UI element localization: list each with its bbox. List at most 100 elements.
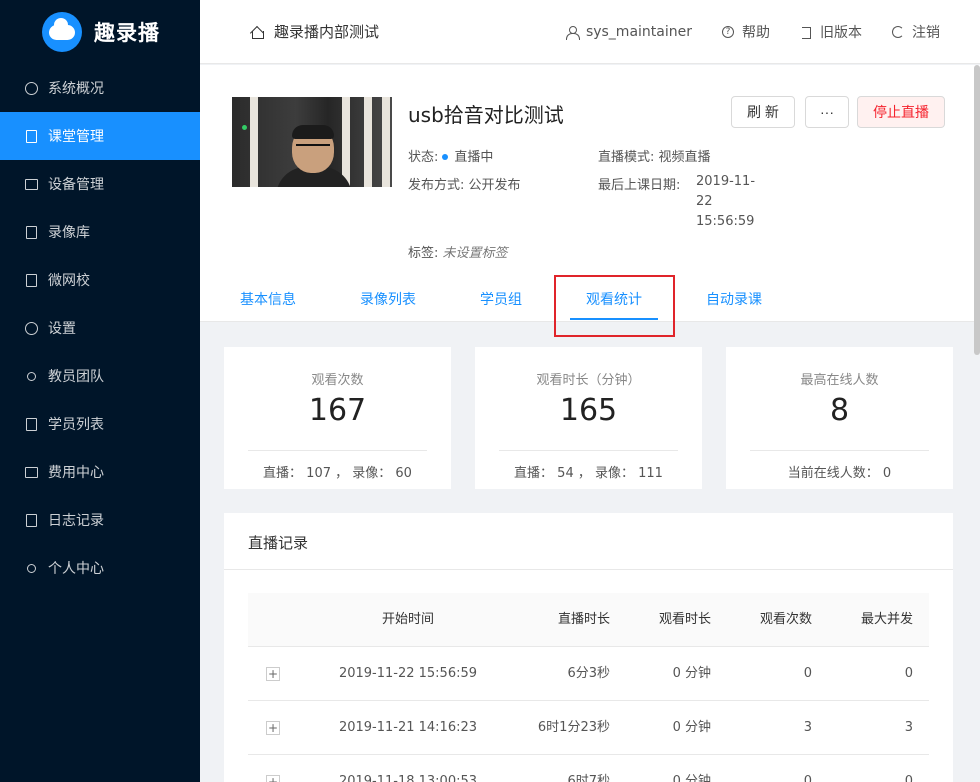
tab-basic-info[interactable]: 基本信息 — [240, 289, 296, 309]
tab-auto-record[interactable]: 自动录课 — [706, 289, 762, 309]
gear-icon — [24, 321, 38, 335]
device-icon — [24, 177, 38, 191]
logout-link[interactable]: 注销 — [892, 22, 940, 42]
cell-watch-duration: 0 分钟 — [672, 720, 711, 735]
stat-label: 观看次数 — [311, 373, 364, 388]
cell-max-concurrent: 0 — [904, 774, 913, 782]
expand-icon[interactable]: + — [266, 721, 280, 735]
old-version-icon — [800, 26, 812, 39]
sidebar-menu: 系统概况 课堂管理 设备管理 录像库 微网校 设置 教员团队 学员列表 费用中心… — [0, 64, 200, 592]
sidebar-item-devices[interactable]: 设备管理 — [0, 160, 200, 208]
cell-watch-duration: 0 分钟 — [672, 666, 711, 681]
highlight-box — [554, 275, 675, 337]
username: sys_maintainer — [585, 23, 692, 40]
sidebar-item-label: 设置 — [48, 321, 76, 337]
sidebar-item-label: 录像库 — [48, 225, 90, 241]
table-row[interactable]: + 2019-11-21 14:16:23 6时1分23秒 0 分钟 3 3 — [248, 701, 929, 755]
sidebar-item-overview[interactable]: 系统概况 — [0, 64, 200, 112]
status-label: 状态: — [408, 150, 439, 165]
sidebar-item-students[interactable]: 学员列表 — [0, 400, 200, 448]
stop-live-button[interactable]: 停止直播 — [857, 96, 945, 128]
cell-max-concurrent: 0 — [904, 666, 913, 681]
expand-icon[interactable]: + — [266, 775, 280, 782]
scrollbar[interactable] — [974, 65, 980, 355]
sidebar-item-label: 学员列表 — [48, 417, 104, 433]
tab-student-groups[interactable]: 学员组 — [480, 289, 522, 309]
status-field: 状态: 直播中 — [408, 146, 493, 165]
records-title: 直播记录 — [248, 534, 309, 552]
classroom-info-panel: usb拾音对比测试 刷 新 ··· 停止直播 状态: 直播中 直播模式: 视频直播… — [200, 65, 980, 337]
sidebar-item-logs[interactable]: 日志记录 — [0, 496, 200, 544]
stat-value: 8 — [829, 393, 850, 428]
cell-start-time: 2019-11-22 15:56:59 — [338, 666, 478, 681]
last-date-label: 最后上课日期: — [598, 178, 681, 193]
table-row[interactable]: + 2019-11-18 13:00:53 6时7秒 0 分钟 0 0 — [248, 755, 929, 782]
sidebar-item-profile[interactable]: 个人中心 — [0, 544, 200, 592]
status-dot-icon — [442, 153, 449, 160]
mode-field: 直播模式: 视频直播 — [598, 146, 711, 165]
logo[interactable]: 趣录播 — [0, 0, 200, 64]
book-icon — [24, 129, 38, 143]
mode-value: 视频直播 — [658, 150, 711, 165]
stat-card-peak-online: 最高在线人数 8 当前在线人数： 0 — [726, 347, 953, 489]
top-header: 趣录播内部测试 sys_maintainer ? 帮助 旧版本 注销 — [200, 0, 980, 64]
table-row[interactable]: + 2019-11-22 15:56:59 6分3秒 0 分钟 0 0 — [248, 647, 929, 701]
breadcrumb-org[interactable]: 趣录播内部测试 — [274, 21, 379, 42]
stat-card-views: 观看次数 167 直播： 107 ， 录像： 60 — [224, 347, 451, 489]
mode-label: 直播模式: — [598, 150, 655, 165]
col-view-count[interactable]: 观看次数 — [718, 593, 812, 647]
user-icon — [24, 561, 38, 575]
col-max-concurrent[interactable]: 最大并发 — [818, 593, 913, 647]
stat-card-duration: 观看时长（分钟） 165 直播： 54 ， 录像： 111 — [475, 347, 702, 489]
cloud-logo-icon — [42, 12, 82, 52]
col-watch-duration[interactable]: 观看时长 — [618, 593, 711, 647]
refresh-button[interactable]: 刷 新 — [731, 96, 795, 128]
sidebar-item-label: 设备管理 — [48, 177, 104, 193]
school-icon — [24, 273, 38, 287]
sidebar-item-school[interactable]: 微网校 — [0, 256, 200, 304]
live-video-thumbnail[interactable] — [232, 97, 392, 187]
publish-field: 发布方式: 公开发布 — [408, 174, 521, 193]
tag-label: 标签: — [408, 246, 439, 261]
cell-view-count: 3 — [803, 720, 812, 735]
old-version-link[interactable]: 旧版本 — [800, 22, 862, 42]
sidebar-item-video-library[interactable]: 录像库 — [0, 208, 200, 256]
home-icon[interactable] — [250, 25, 264, 39]
tab-recordings[interactable]: 录像列表 — [360, 289, 416, 309]
user-menu[interactable]: sys_maintainer — [565, 23, 692, 40]
expand-icon[interactable]: + — [266, 667, 280, 681]
cell-view-count: 0 — [803, 666, 812, 681]
col-start-time[interactable]: 开始时间 — [308, 593, 508, 647]
wallet-icon — [24, 465, 38, 479]
log-icon — [24, 513, 38, 527]
video-library-icon — [24, 225, 38, 239]
stat-label: 观看时长（分钟） — [536, 373, 641, 388]
sidebar-item-settings[interactable]: 设置 — [0, 304, 200, 352]
cell-watch-duration: 0 分钟 — [672, 774, 711, 782]
sidebar-item-label: 教员团队 — [48, 369, 104, 385]
help-icon: ? — [722, 25, 734, 38]
cell-live-duration: 6分3秒 — [567, 666, 610, 681]
old-version-label: 旧版本 — [820, 24, 862, 41]
publish-value: 公开发布 — [468, 178, 521, 193]
stat-label: 最高在线人数 — [800, 373, 879, 388]
stat-value: 167 — [308, 393, 367, 428]
sidebar-item-label: 日志记录 — [48, 513, 104, 529]
stat-breakdown: 直播： 107 ， 录像： 60 — [263, 466, 412, 481]
sidebar-item-classroom[interactable]: 课堂管理 — [0, 112, 200, 160]
cell-view-count: 0 — [803, 774, 812, 782]
col-live-duration[interactable]: 直播时长 — [508, 593, 610, 647]
records-table: 开始时间 直播时长 观看时长 观看次数 最大并发 + 2019-11-22 15… — [248, 593, 929, 782]
logout-label: 注销 — [912, 24, 940, 41]
tag-field: 标签: 未设置标签 — [408, 242, 508, 261]
more-button[interactable]: ··· — [805, 96, 849, 128]
team-icon — [24, 369, 38, 383]
table-header: 开始时间 直播时长 观看时长 观看次数 最大并发 — [248, 593, 929, 647]
cell-start-time: 2019-11-18 13:00:53 — [338, 774, 478, 782]
sidebar-item-team[interactable]: 教员团队 — [0, 352, 200, 400]
sidebar-item-billing[interactable]: 费用中心 — [0, 448, 200, 496]
help-link[interactable]: ? 帮助 — [722, 22, 770, 42]
sidebar-item-label: 费用中心 — [48, 465, 104, 481]
classroom-title: usb拾音对比测试 — [408, 103, 564, 127]
breadcrumb: 趣录播内部测试 — [250, 21, 379, 42]
